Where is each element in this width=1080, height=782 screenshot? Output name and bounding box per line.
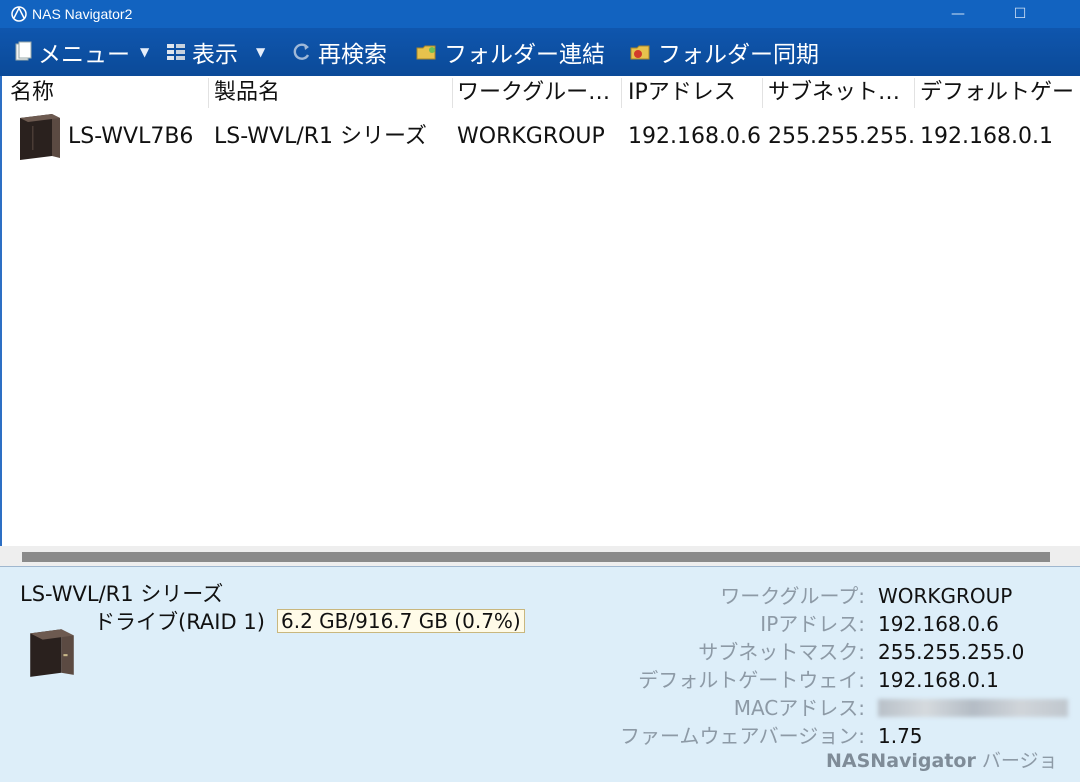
- toolbar: メニュー ▼ 表示 ▼ 再検索 フォルダー連結 フォルダー同期: [0, 28, 1080, 78]
- drive-usage-value: 6.2 GB/916.7 GB (0.7%): [277, 609, 525, 633]
- cell-product: LS-WVL/R1 シリーズ: [214, 124, 427, 149]
- detail-field-mac: MACアドレス:: [560, 695, 1075, 721]
- cell-workgroup: WORKGROUP: [457, 124, 605, 149]
- field-label: IPアドレス:: [760, 612, 865, 636]
- detail-field-gateway: デフォルトゲートウェイ: 192.168.0.1: [560, 667, 1075, 693]
- column-header-workgroup[interactable]: ワークグルー…: [457, 78, 622, 108]
- menu-button[interactable]: メニュー ▼: [14, 28, 149, 76]
- cell-ip: 192.168.0.6: [628, 124, 761, 149]
- nas-device-icon: [20, 114, 60, 160]
- field-label: MACアドレス:: [733, 696, 865, 720]
- horizontal-scrollbar[interactable]: [0, 546, 1080, 566]
- app-icon: [11, 6, 27, 22]
- folder-sync-label: フォルダー同期: [658, 42, 819, 68]
- column-header-ip[interactable]: IPアドレス: [628, 78, 763, 108]
- footer-brand: NASNavigator: [826, 750, 976, 772]
- detail-field-firmware: ファームウェアバージョン: 1.75: [560, 723, 1075, 749]
- column-header-gateway[interactable]: デフォルトゲート: [920, 78, 1080, 108]
- folder-sync-icon: [630, 45, 650, 60]
- detail-field-ip: IPアドレス: 192.168.0.6: [560, 611, 1075, 637]
- view-label: 表示: [192, 42, 238, 68]
- window-title: NAS Navigator2: [32, 6, 133, 22]
- view-button[interactable]: 表示 ▼: [166, 28, 265, 76]
- field-value: 1.75: [878, 724, 923, 748]
- column-header-subnet[interactable]: サブネット…: [768, 78, 915, 108]
- title-bar: NAS Navigator2 — ☐: [0, 0, 1080, 28]
- mac-address-redacted: [878, 695, 1068, 723]
- folder-link-icon: [416, 45, 436, 60]
- research-icon: [293, 43, 310, 60]
- device-list[interactable]: 名称 製品名 ワークグルー… IPアドレス サブネット… デフォルトゲート LS…: [0, 76, 1080, 546]
- field-value: 192.168.0.1: [878, 668, 999, 692]
- column-header-name[interactable]: 名称: [10, 78, 209, 108]
- drive-label: ドライブ(RAID 1): [94, 610, 265, 634]
- version-footer: NASNavigator バージョ: [826, 749, 1058, 773]
- folder-link-label: フォルダー連結: [444, 42, 605, 68]
- detail-field-subnet: サブネットマスク: 255.255.255.0: [560, 639, 1075, 665]
- detail-product-name: LS-WVL/R1 シリーズ: [20, 582, 224, 606]
- folder-link-button[interactable]: フォルダー連結: [416, 28, 605, 76]
- detail-field-workgroup: ワークグループ: WORKGROUP: [560, 583, 1075, 609]
- detail-pane: LS-WVL/R1 シリーズ ドライブ(RAID 1) 6.2 GB/916.7…: [0, 566, 1080, 782]
- field-label: ワークグループ:: [720, 584, 865, 608]
- folder-sync-button[interactable]: フォルダー同期: [630, 28, 819, 76]
- table-row[interactable]: LS-WVL7B6 LS-WVL/R1 シリーズ WORKGROUP 192.1…: [2, 110, 1080, 166]
- field-label: サブネットマスク:: [698, 640, 865, 664]
- chevron-down-icon: ▼: [140, 45, 150, 59]
- research-label: 再検索: [318, 42, 387, 68]
- footer-text: バージョ: [981, 750, 1058, 772]
- view-icon: [167, 44, 185, 60]
- maximize-button[interactable]: ☐: [990, 0, 1050, 28]
- field-label: デフォルトゲートウェイ:: [638, 668, 865, 692]
- column-header-product[interactable]: 製品名: [214, 78, 453, 108]
- scrollbar-thumb[interactable]: [22, 552, 1050, 562]
- menu-label: メニュー: [38, 42, 130, 68]
- cell-name: LS-WVL7B6: [68, 124, 194, 149]
- cell-subnet: 255.255.255.0: [768, 124, 916, 149]
- field-label: ファームウェアバージョン:: [620, 724, 865, 748]
- field-value: 255.255.255.0: [878, 640, 1025, 664]
- chevron-down-icon: ▼: [256, 45, 266, 59]
- field-value: 192.168.0.6: [878, 612, 999, 636]
- field-value: WORKGROUP: [878, 584, 1013, 608]
- minimize-button[interactable]: —: [928, 0, 988, 28]
- cell-gateway: 192.168.0.1: [920, 124, 1053, 149]
- research-button[interactable]: 再検索: [292, 28, 387, 76]
- nas-device-icon: [30, 629, 74, 677]
- menu-icon: [15, 41, 32, 61]
